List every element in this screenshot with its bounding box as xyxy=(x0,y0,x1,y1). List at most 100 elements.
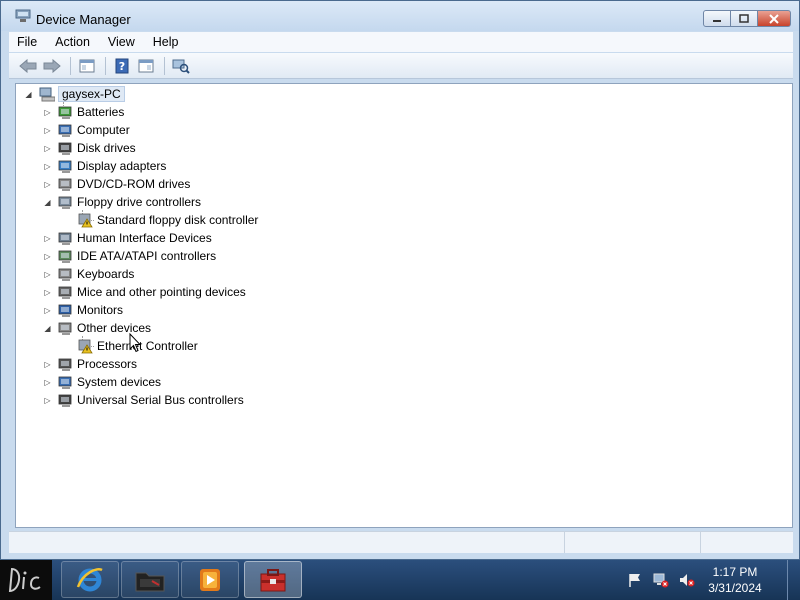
tree-category[interactable]: ▷ System devices xyxy=(43,373,161,391)
tree-category-label: Computer xyxy=(77,123,130,137)
tree-category[interactable]: ▷ Monitors xyxy=(43,301,123,319)
tree-category-label: Mice and other pointing devices xyxy=(77,285,246,299)
expand-arrow-icon[interactable]: ▷ xyxy=(43,144,52,153)
tree-category[interactable]: ▷ Mice and other pointing devices xyxy=(43,283,246,301)
tree-category-label: Universal Serial Bus controllers xyxy=(77,393,244,407)
tree-category[interactable]: ▷ Universal Serial Bus controllers xyxy=(43,391,244,409)
tree-category[interactable]: ▷ Disk drives xyxy=(43,139,136,157)
back-button[interactable] xyxy=(17,56,39,76)
tree-category[interactable]: ◢ Floppy drive controllers xyxy=(43,193,201,211)
tree-category[interactable]: ▷ Display adapters xyxy=(43,157,166,175)
menu-view[interactable]: View xyxy=(100,35,143,49)
show-hide-console-tree-button[interactable] xyxy=(76,56,98,76)
disk-drive-icon xyxy=(58,142,72,155)
action-center-flag-icon[interactable] xyxy=(627,572,643,588)
usb-icon xyxy=(58,394,72,407)
collapse-arrow-icon[interactable]: ◢ xyxy=(24,90,33,99)
maximize-button[interactable] xyxy=(731,10,758,27)
floppy-controller-icon xyxy=(58,196,72,209)
tree-category[interactable]: ▷ Keyboards xyxy=(43,265,134,283)
back-arrow-icon xyxy=(19,58,37,73)
tree-device-label: Standard floppy disk controller xyxy=(97,213,259,227)
help-icon: ? xyxy=(115,58,129,73)
expand-arrow-icon[interactable]: ▷ xyxy=(43,378,52,387)
volume-muted-icon[interactable] xyxy=(679,572,695,588)
taskbar-ie-button[interactable] xyxy=(61,561,119,598)
show-desktop-button[interactable] xyxy=(787,560,800,600)
close-icon xyxy=(769,13,779,24)
tree-device[interactable]: Standard floppy disk controller xyxy=(63,211,258,229)
tree-category[interactable]: ▷ Batteries xyxy=(43,103,124,121)
display-adapter-icon xyxy=(58,160,72,173)
device-warning-icon xyxy=(78,338,94,354)
expand-arrow-icon[interactable]: ▷ xyxy=(43,180,52,189)
network-disconnected-icon[interactable] xyxy=(653,572,669,588)
menu-action[interactable]: Action xyxy=(47,35,98,49)
expand-arrow-icon[interactable]: ▷ xyxy=(43,306,52,315)
start-button[interactable] xyxy=(0,560,52,600)
forward-arrow-icon xyxy=(43,58,61,73)
mouse-icon xyxy=(58,286,72,299)
forward-button[interactable] xyxy=(41,56,63,76)
taskbar-media-player-button[interactable] xyxy=(181,561,239,598)
menu-file[interactable]: File xyxy=(9,35,45,49)
toolbar: ? xyxy=(9,53,793,79)
scan-hardware-icon xyxy=(172,59,190,74)
expand-arrow-icon[interactable]: ▷ xyxy=(43,270,52,279)
minimize-button[interactable] xyxy=(703,10,731,27)
maximize-icon xyxy=(739,13,749,23)
tree-category[interactable]: ▷ Human Interface Devices xyxy=(43,229,212,247)
window-title: Device Manager xyxy=(36,12,131,27)
clock-time: 1:17 PM xyxy=(712,565,758,579)
status-cell xyxy=(701,532,793,553)
expand-arrow-icon[interactable]: ▷ xyxy=(43,162,52,171)
tree-category-label: Human Interface Devices xyxy=(77,231,212,245)
dvd-drive-icon xyxy=(58,178,72,191)
tree-category-label: Display adapters xyxy=(77,159,167,173)
mouse-cursor-icon xyxy=(129,333,141,353)
close-button[interactable] xyxy=(758,10,791,27)
tree-category-label: IDE ATA/ATAPI controllers xyxy=(77,249,217,263)
show-hide-console-tree-icon xyxy=(79,59,95,72)
tree-category[interactable]: ▷ DVD/CD-ROM drives xyxy=(43,175,190,193)
tree-category[interactable]: ▷ Processors xyxy=(43,355,137,373)
properties-icon xyxy=(138,59,154,72)
expand-arrow-icon[interactable]: ▷ xyxy=(43,234,52,243)
tree-category-label: Monitors xyxy=(77,303,124,317)
tree-category-label: Processors xyxy=(77,357,138,371)
expand-arrow-icon[interactable]: ▷ xyxy=(43,288,52,297)
expand-arrow-icon[interactable]: ▷ xyxy=(43,126,52,135)
tree-category-label: Batteries xyxy=(77,105,125,119)
menu-help[interactable]: Help xyxy=(145,35,187,49)
collapse-arrow-icon[interactable]: ◢ xyxy=(43,324,52,333)
menu-bar: File Action View Help xyxy=(9,32,793,52)
computer-icon xyxy=(58,124,72,137)
expand-arrow-icon[interactable]: ▷ xyxy=(43,396,52,405)
device-tree-panel[interactable]: ◢ gaysex-PC ▷ Batteries ▷ Computer ▷ Disk dri… xyxy=(15,83,793,528)
tree-category[interactable]: ▷ IDE ATA/ATAPI controllers xyxy=(43,247,216,265)
hid-icon xyxy=(58,232,72,245)
taskbar-folder-button[interactable] xyxy=(121,561,179,598)
toolbar-separator xyxy=(70,56,71,75)
help-button[interactable]: ? xyxy=(111,56,133,76)
device-manager-window: Device Manager File Action View Help ? ◢… xyxy=(0,0,800,560)
expand-arrow-icon[interactable]: ▷ xyxy=(43,108,52,117)
system-tray: 1:17 PM 3/31/2024 xyxy=(627,560,800,600)
scan-hardware-button[interactable] xyxy=(170,56,192,76)
clock[interactable]: 1:17 PM 3/31/2024 xyxy=(705,564,765,596)
collapse-arrow-icon[interactable]: ◢ xyxy=(43,198,52,207)
expand-arrow-icon[interactable]: ▷ xyxy=(43,360,52,369)
monitor-icon xyxy=(58,304,72,317)
tree-category-label: Disk drives xyxy=(77,141,136,155)
ide-controller-icon xyxy=(58,250,72,263)
tree-category[interactable]: ▷ Computer xyxy=(43,121,130,139)
expand-arrow-icon[interactable]: ▷ xyxy=(43,252,52,261)
taskbar: 1:17 PM 3/31/2024 xyxy=(0,560,800,600)
tree-root[interactable]: ◢ gaysex-PC xyxy=(24,85,125,103)
properties-button[interactable] xyxy=(135,56,157,76)
computer-icon xyxy=(39,87,55,102)
title-bar[interactable]: Device Manager xyxy=(1,1,799,31)
taskbar-device-manager-button[interactable] xyxy=(244,561,302,598)
caption-buttons xyxy=(703,10,791,28)
status-bar xyxy=(9,531,793,553)
